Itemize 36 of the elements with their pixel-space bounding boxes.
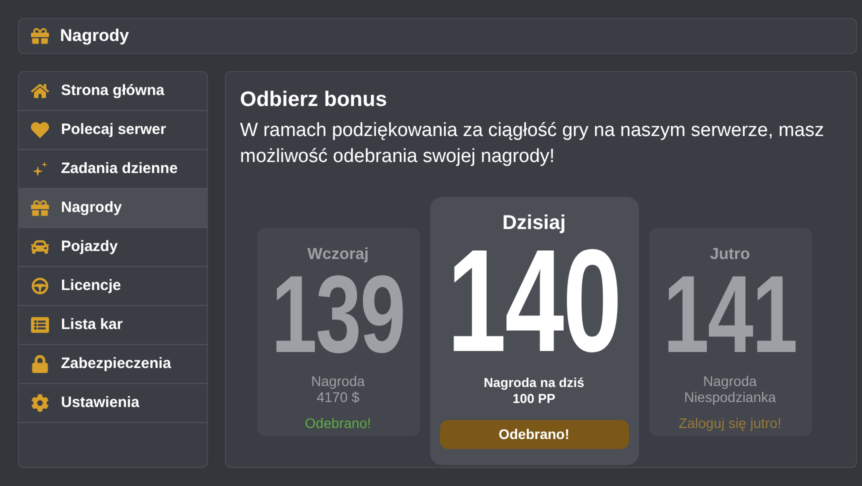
sidebar-item[interactable]: Lista kar	[19, 306, 207, 346]
claimed-button[interactable]: Odebrano!	[440, 420, 628, 449]
status-text: Zaloguj się jutro!	[678, 414, 782, 433]
day-label: Jutro	[710, 244, 750, 265]
sidebar-item[interactable]: Zabezpieczenia	[19, 345, 207, 384]
heart-icon	[31, 121, 49, 140]
gift-icon	[31, 27, 49, 46]
list-icon	[31, 316, 49, 334]
gift-icon	[31, 199, 49, 218]
reward-text: Nagroda	[311, 372, 365, 389]
status-text: Odebrano!	[304, 414, 372, 433]
day-number: 139	[271, 266, 405, 363]
settings-icon	[31, 394, 49, 412]
reward-text: Niespodzianka	[684, 388, 776, 405]
sidebar-item[interactable]: Ustawienia	[19, 384, 207, 424]
steering-wheel-icon	[31, 277, 49, 296]
panel-title: Odbierz bonus	[240, 87, 388, 114]
car-icon	[31, 238, 49, 256]
sidebar-item[interactable]: Strona główna	[19, 72, 207, 112]
sidebar-item[interactable]: Nagrody	[19, 189, 207, 228]
lock-icon	[31, 355, 49, 374]
day-number: 141	[663, 266, 797, 363]
sparkles-icon	[31, 160, 49, 178]
sidebar-item[interactable]: Licencje	[19, 267, 207, 306]
sidebar-item[interactable]: Pojazdy	[19, 228, 207, 268]
panel-description: W ramach podziękowania za ciągłość gry na naszym serwerze, masz możliwość odebrania swojej nagrody!	[240, 118, 825, 169]
reward-text: 100 PP	[512, 390, 556, 407]
day-label: Wczoraj	[307, 244, 369, 265]
sidebar-item[interactable]: Polecaj serwer	[19, 111, 207, 150]
day-number: 140	[447, 236, 621, 365]
reward-text: Nagroda na dziś	[484, 374, 584, 391]
day-label: Dzisiaj	[502, 210, 566, 235]
home-icon	[31, 82, 49, 100]
page-title: Nagrody	[60, 25, 129, 48]
reward-text: Nagroda	[703, 372, 757, 389]
reward-text: 4170 $	[316, 388, 360, 405]
